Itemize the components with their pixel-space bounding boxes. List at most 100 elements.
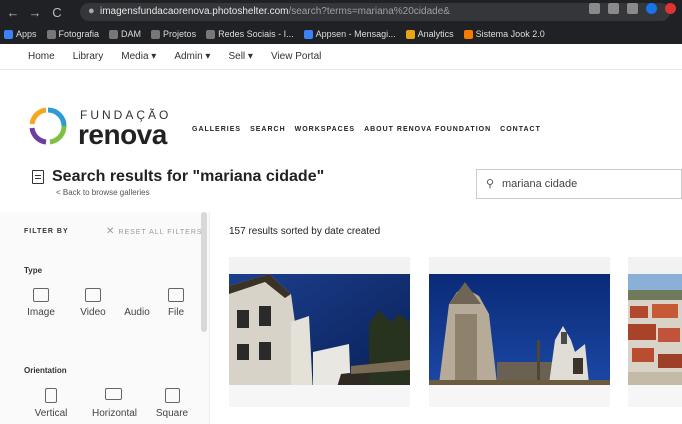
filter-label: Audio <box>124 307 150 318</box>
page-title: Search results for "mariana cidade" <box>52 168 325 185</box>
filter-label: Image <box>27 307 55 318</box>
analytics-icon <box>405 29 415 39</box>
main-nav-link[interactable]: SEARCH <box>250 126 286 133</box>
reset-filters-label: RESET ALL FILTERS <box>118 229 203 236</box>
results-count: 157 results sorted by date created <box>229 226 381 237</box>
browser-chrome: ← → C ● imagensfundacaorenova.photoshelt… <box>0 0 682 44</box>
filter-label: Horizontal <box>92 408 138 419</box>
thumbnail-caption <box>229 385 410 407</box>
thumbnail-caption <box>628 385 682 407</box>
url-text: imagensfundacaorenova.photoshelter.com/s… <box>100 6 450 17</box>
bookmark-item[interactable]: Apps <box>4 29 37 39</box>
filter-label: Video <box>80 307 106 318</box>
bookmark-label: DAM <box>121 29 142 39</box>
star-icon[interactable] <box>608 3 619 14</box>
bookmark-icon <box>151 29 161 39</box>
admin-bar: Home Library Media ▾ Admin ▾ Sell ▾ View Port… <box>0 44 682 70</box>
orientation-section-label: Orientation <box>24 366 67 375</box>
admin-menu-item[interactable]: Library <box>73 51 104 62</box>
url-bar-row: ← → C ● imagensfundacaorenova.photoshelt… <box>0 0 682 24</box>
extension-icon[interactable] <box>665 3 676 14</box>
bookmark-item[interactable]: Analytics <box>405 29 454 39</box>
result-image <box>229 274 410 394</box>
filter-type-file[interactable]: File <box>155 288 197 318</box>
bookmark-label: Redes Sociais - I... <box>218 29 294 39</box>
admin-menu-item[interactable]: Admin ▾ <box>174 51 210 62</box>
bookmark-label: Analytics <box>417 29 454 39</box>
forward-icon[interactable]: → <box>26 5 44 20</box>
reset-filters-button[interactable]: ✕ RESET ALL FILTERS <box>106 226 203 237</box>
vertical-icon <box>45 388 57 403</box>
search-header: Search results for "mariana cidade" < Ba… <box>0 155 682 203</box>
bookmark-item[interactable]: DAM <box>109 29 141 39</box>
extension-icon[interactable] <box>627 3 638 14</box>
filter-label: File <box>167 307 185 318</box>
audio-icon <box>129 288 145 302</box>
admin-menu-item[interactable]: View Portal <box>271 51 321 62</box>
document-icon <box>32 170 44 184</box>
bookmark-label: Sistema Jook 2.0 <box>475 29 545 39</box>
bookmark-item[interactable]: Sistema Jook 2.0 <box>463 29 545 39</box>
filter-by-label: FILTER BY <box>24 228 69 235</box>
main-nav-link[interactable]: GALLERIES <box>192 126 241 133</box>
site-header: FUNDAÇÃO renova GALLERIES SEARCH WORKSPACE… <box>0 70 682 155</box>
result-thumbnail[interactable] <box>229 257 410 407</box>
extensions <box>589 3 676 14</box>
lock-icon: ● <box>88 5 95 17</box>
bookmark-label: Apps <box>16 29 37 39</box>
address-bar[interactable]: ● imagensfundacaorenova.photoshelter.com… <box>80 3 670 21</box>
bookmark-item[interactable]: Projetos <box>151 29 196 39</box>
reload-icon[interactable]: C <box>48 5 66 20</box>
result-image <box>429 274 610 394</box>
admin-menu-item[interactable]: Sell ▾ <box>228 51 252 62</box>
bookmark-label: Fotografia <box>58 29 100 39</box>
back-icon[interactable]: ← <box>4 5 22 20</box>
filter-sidebar: FILTER BY ✕ RESET ALL FILTERS Type Image … <box>0 212 210 424</box>
filter-label: Square <box>155 408 189 419</box>
file-icon <box>168 288 184 302</box>
url-host: imagensfundacaorenova.photoshelter.com <box>100 6 289 17</box>
bookmark-icon <box>303 29 313 39</box>
renova-logo-icon[interactable] <box>28 106 68 146</box>
horizontal-icon <box>104 388 122 400</box>
main-nav: GALLERIES SEARCH WORKSPACES ABOUT RENOVA FO… <box>192 126 541 133</box>
close-icon: ✕ <box>106 226 116 237</box>
type-section-label: Type <box>24 266 43 275</box>
search-icon: ⚲ <box>486 178 495 190</box>
bookmark-label: Projetos <box>163 29 197 39</box>
main-nav-link[interactable]: WORKSPACES <box>295 126 355 133</box>
bookmark-item[interactable]: Appsen - Mensagi... <box>303 29 396 39</box>
video-icon <box>85 288 101 302</box>
url-path: /search?terms=mariana%20cidade& <box>288 6 450 17</box>
brand-line-2: renova <box>78 119 167 150</box>
share-icon[interactable] <box>589 3 600 14</box>
back-to-galleries-link[interactable]: < Back to browse galleries <box>56 188 150 197</box>
result-thumbnail[interactable] <box>628 257 682 407</box>
bookmark-item[interactable]: Redes Sociais - I... <box>206 29 294 39</box>
search-input[interactable] <box>502 176 672 192</box>
filter-label: Vertical <box>34 408 68 419</box>
bookmark-label: Appsen - Mensagi... <box>315 29 396 39</box>
filter-type-image[interactable]: Image <box>20 288 62 318</box>
bookmark-icon <box>46 29 56 39</box>
square-icon <box>164 388 180 403</box>
admin-menu-item[interactable]: Home <box>28 51 55 62</box>
main-nav-link[interactable]: CONTACT <box>500 126 541 133</box>
thumbnail-caption <box>429 385 610 407</box>
filter-orientation-vertical[interactable]: Vertical <box>30 388 72 419</box>
admin-menu-item[interactable]: Media ▾ <box>121 51 156 62</box>
main-nav-link[interactable]: ABOUT RENOVA FOUNDATION <box>364 126 491 133</box>
result-image <box>628 274 682 394</box>
filter-type-video[interactable]: Video <box>72 288 114 318</box>
filter-orientation-square[interactable]: Square <box>151 388 193 419</box>
result-thumbnail[interactable] <box>429 257 610 407</box>
filter-type-audio[interactable]: Audio <box>116 288 158 318</box>
search-box[interactable]: ⚲ <box>476 169 682 199</box>
extension-icon[interactable] <box>646 3 657 14</box>
globe-icon <box>206 29 216 39</box>
bookmark-icon <box>463 29 473 39</box>
bookmark-item[interactable]: Fotografia <box>46 29 100 39</box>
bookmark-icon <box>109 29 119 39</box>
filter-orientation-horizontal[interactable]: Horizontal <box>92 388 138 419</box>
image-icon <box>33 288 49 302</box>
